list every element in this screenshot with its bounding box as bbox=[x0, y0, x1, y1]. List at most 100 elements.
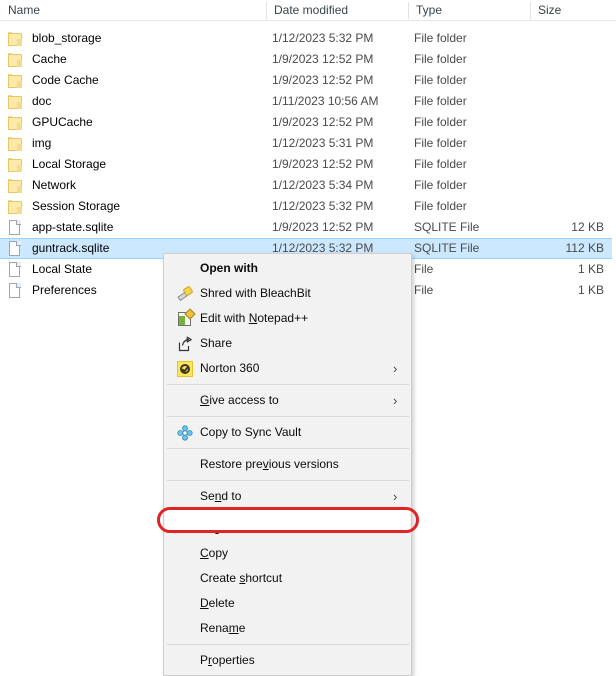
cell-date-modified: 1/12/2023 5:32 PM bbox=[272, 31, 374, 45]
file-name-label: Cache bbox=[32, 52, 67, 66]
cell-date-modified: 1/9/2023 12:52 PM bbox=[272, 220, 374, 234]
file-icon bbox=[8, 241, 24, 256]
column-divider[interactable] bbox=[530, 2, 531, 19]
menu-item-norton-360[interactable]: Norton 360 › bbox=[164, 356, 411, 381]
menu-item-rename[interactable]: Rename bbox=[164, 616, 411, 641]
menu-separator bbox=[167, 416, 409, 417]
cell-name: Network bbox=[0, 175, 262, 196]
menu-item-open-with[interactable]: Open with bbox=[164, 256, 411, 281]
menu-item-edit-notepadpp[interactable]: Edit with Notepad++ bbox=[164, 306, 411, 331]
file-name-label: Code Cache bbox=[32, 73, 99, 87]
table-row[interactable]: doc 1/11/2023 10:56 AM File folder bbox=[0, 91, 612, 112]
menu-item-label: Give access to bbox=[200, 393, 279, 407]
cell-size: 1 KB bbox=[577, 262, 604, 276]
file-name-label: Local State bbox=[32, 262, 93, 276]
menu-separator bbox=[167, 644, 409, 645]
menu-item-label: Create shortcut bbox=[200, 571, 283, 585]
menu-item-properties[interactable]: Properties bbox=[164, 648, 411, 673]
column-header-date-modified-label: Date modified bbox=[274, 3, 349, 17]
cell-type: File bbox=[414, 262, 434, 276]
cell-name: Local Storage bbox=[0, 154, 262, 175]
norton-360-icon bbox=[177, 360, 193, 377]
table-row[interactable]: Code Cache 1/9/2023 12:52 PM File folder bbox=[0, 70, 612, 91]
menu-item-share[interactable]: Share bbox=[164, 331, 411, 356]
menu-item-label: Open with bbox=[200, 261, 258, 275]
cell-name: Session Storage bbox=[0, 196, 262, 217]
cell-date-modified: 1/9/2023 12:52 PM bbox=[272, 115, 374, 129]
file-icon bbox=[8, 283, 24, 298]
table-row[interactable]: img 1/12/2023 5:31 PM File folder bbox=[0, 133, 612, 154]
table-row[interactable]: Local Storage 1/9/2023 12:52 PM File folde… bbox=[0, 154, 612, 175]
cell-name: blob_storage bbox=[0, 28, 262, 49]
column-header-name[interactable]: Name bbox=[0, 0, 266, 21]
menu-item-label: Edit with Notepad++ bbox=[200, 311, 309, 325]
table-row[interactable]: Network 1/12/2023 5:34 PM File folder bbox=[0, 175, 612, 196]
cell-type: File folder bbox=[414, 52, 467, 66]
cell-date-modified: 1/9/2023 12:52 PM bbox=[272, 52, 374, 66]
column-header-type[interactable]: Type bbox=[408, 0, 530, 21]
cell-type: File folder bbox=[414, 115, 467, 129]
column-header-date-modified[interactable]: Date modified bbox=[266, 0, 408, 21]
folder-icon bbox=[8, 178, 24, 193]
cell-name: Cache bbox=[0, 49, 262, 70]
cell-size: 112 KB bbox=[565, 241, 604, 255]
cell-size: 1 KB bbox=[577, 283, 604, 297]
share-icon bbox=[177, 336, 193, 352]
menu-item-send-to[interactable]: Send to › bbox=[164, 484, 411, 509]
file-name-label: Local Storage bbox=[32, 157, 107, 171]
menu-item-restore-previous[interactable]: Restore previous versions bbox=[164, 452, 411, 477]
file-icon bbox=[8, 220, 24, 235]
cell-name: app-state.sqlite bbox=[0, 217, 262, 238]
column-header-name-label: Name bbox=[8, 3, 41, 17]
file-name-label: doc bbox=[32, 94, 52, 108]
cell-type: File folder bbox=[414, 178, 467, 192]
file-name-label: GPUCache bbox=[32, 115, 93, 129]
table-row[interactable]: app-state.sqlite 1/9/2023 12:52 PM SQLITE … bbox=[0, 217, 612, 238]
menu-item-delete[interactable]: Delete bbox=[164, 591, 411, 616]
table-row[interactable]: blob_storage 1/12/2023 5:32 PM File folder bbox=[0, 28, 612, 49]
menu-item-label: Properties bbox=[200, 653, 255, 667]
cell-type: File folder bbox=[414, 31, 467, 45]
folder-icon bbox=[8, 31, 24, 46]
column-divider[interactable] bbox=[408, 2, 409, 19]
menu-item-copy-to-sync-vault[interactable]: Copy to Sync Vault bbox=[164, 420, 411, 445]
menu-item-label: Delete bbox=[200, 596, 235, 610]
menu-item-label: Rename bbox=[200, 621, 246, 635]
folder-icon bbox=[8, 115, 24, 130]
menu-item-label: Copy bbox=[200, 546, 229, 560]
bleachbit-icon bbox=[177, 284, 194, 302]
file-name-label: Network bbox=[32, 178, 77, 192]
column-header-size[interactable]: Size bbox=[530, 0, 616, 21]
cell-type: File folder bbox=[414, 73, 467, 87]
cell-date-modified: 1/9/2023 12:52 PM bbox=[272, 157, 374, 171]
file-icon bbox=[8, 262, 24, 277]
cell-date-modified: 1/12/2023 5:32 PM bbox=[272, 199, 374, 213]
cell-date-modified: 1/12/2023 5:31 PM bbox=[272, 136, 374, 150]
table-row[interactable]: GPUCache 1/9/2023 12:52 PM File folder bbox=[0, 112, 612, 133]
table-row[interactable]: Cache 1/9/2023 12:52 PM File folder bbox=[0, 49, 612, 70]
folder-icon bbox=[8, 136, 24, 151]
menu-item-shred-bleachbit[interactable]: Shred with BleachBit bbox=[164, 281, 411, 306]
file-name-label: Session Storage bbox=[32, 199, 121, 213]
menu-item-label: Share bbox=[200, 336, 233, 350]
cell-type: File folder bbox=[414, 94, 467, 108]
menu-separator bbox=[167, 384, 409, 385]
chevron-right-icon: › bbox=[393, 392, 398, 408]
file-name-label: img bbox=[32, 136, 52, 150]
cell-date-modified: 1/12/2023 5:34 PM bbox=[272, 178, 374, 192]
cell-name: doc bbox=[0, 91, 262, 112]
cell-type: File folder bbox=[414, 199, 467, 213]
file-name-label: Preferences bbox=[32, 283, 97, 297]
sync-vault-icon bbox=[177, 424, 193, 441]
folder-icon bbox=[8, 199, 24, 214]
column-header-type-label: Type bbox=[416, 3, 443, 17]
menu-item-give-access-to[interactable]: Give access to › bbox=[164, 388, 411, 413]
menu-item-copy[interactable]: Copy bbox=[164, 541, 411, 566]
menu-item-label: Restore previous versions bbox=[200, 457, 339, 471]
folder-icon bbox=[8, 94, 24, 109]
table-row[interactable]: Session Storage 1/12/2023 5:32 PM File fol… bbox=[0, 196, 612, 217]
menu-item-create-shortcut[interactable]: Create shortcut bbox=[164, 566, 411, 591]
column-divider[interactable] bbox=[266, 2, 267, 19]
cell-name: img bbox=[0, 133, 262, 154]
cell-name: GPUCache bbox=[0, 112, 262, 133]
